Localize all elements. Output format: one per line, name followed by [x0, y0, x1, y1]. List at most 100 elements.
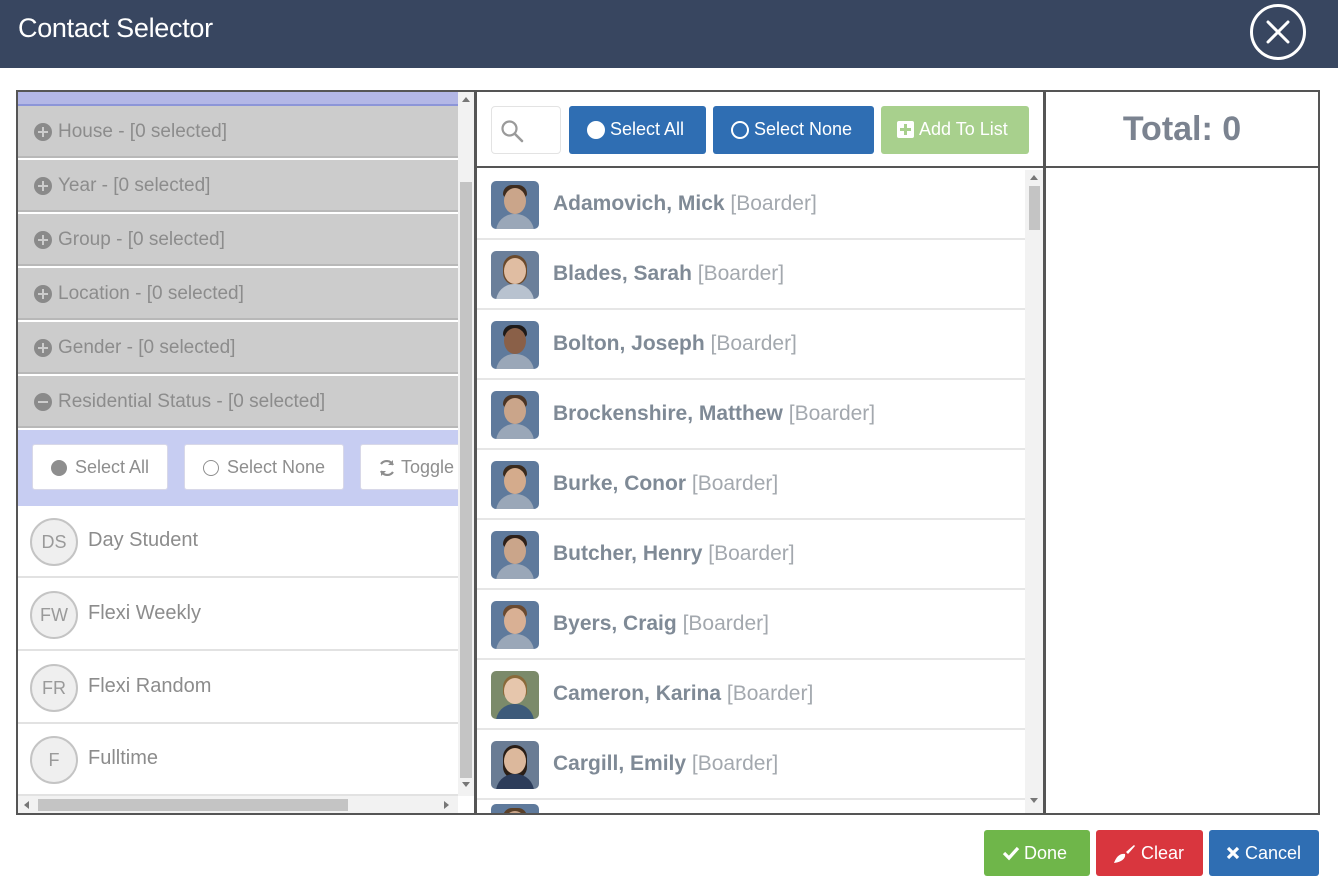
select-all-button[interactable]: Select All	[569, 106, 706, 154]
initials-badge: F	[30, 736, 78, 784]
category-location[interactable]: Location - [0 selected]	[18, 268, 458, 320]
filled-circle-icon	[51, 460, 67, 476]
contact-name: Byers, Craig [Boarder]	[553, 612, 769, 635]
button-label: Add To List	[919, 119, 1008, 139]
plus-square-icon	[897, 121, 914, 138]
cancel-button[interactable]: Cancel	[1209, 830, 1319, 876]
contact-row-partial[interactable]	[477, 800, 1025, 813]
selection-panel: Total: 0	[1046, 92, 1318, 813]
add-to-list-button[interactable]: Add To List	[881, 106, 1029, 154]
refresh-icon	[380, 459, 394, 477]
filter-horizontal-scrollbar[interactable]	[18, 796, 458, 813]
button-label: Select All	[610, 119, 685, 139]
status-select-all-button[interactable]: Select All	[32, 444, 168, 490]
category-label: Year - [0 selected]	[58, 175, 211, 196]
brush-icon	[1114, 845, 1135, 863]
selection-total: Total: 0	[1122, 110, 1242, 148]
status-option-label: Flexi Random	[88, 675, 212, 697]
button-label: Select None	[227, 457, 326, 477]
contact-avatar	[491, 461, 539, 509]
contact-avatar	[491, 181, 539, 229]
contact-avatar	[491, 321, 539, 369]
contact-name: Brockenshire, Matthew [Boarder]	[553, 402, 876, 425]
category-group[interactable]: Group - [0 selected]	[18, 214, 458, 266]
status-toggle-button[interactable]: Toggle	[360, 444, 458, 490]
button-label: Select All	[75, 457, 150, 477]
scroll-up-arrow-icon[interactable]	[1030, 175, 1038, 180]
plus-circle-icon	[34, 123, 52, 141]
scrollbar-thumb[interactable]	[38, 799, 348, 811]
scrollbar-thumb[interactable]	[460, 182, 472, 778]
contact-row[interactable]: Cameron, Karina [Boarder]	[477, 660, 1025, 730]
contact-row[interactable]: Brockenshire, Matthew [Boarder]	[477, 380, 1025, 450]
category-gender[interactable]: Gender - [0 selected]	[18, 322, 458, 374]
scrollbar-thumb[interactable]	[1029, 186, 1040, 230]
contact-row[interactable]: Adamovich, Mick [Boarder]	[477, 170, 1025, 240]
scroll-up-arrow-icon[interactable]	[462, 97, 470, 102]
filter-panel-top	[18, 92, 458, 106]
status-option-label: Fulltime	[88, 747, 159, 769]
close-icon	[1266, 20, 1290, 44]
status-option-label: Flexi Weekly	[88, 602, 201, 624]
contact-avatar	[491, 741, 539, 789]
status-option-flexi-weekly[interactable]: FW Flexi Weekly	[18, 579, 458, 651]
plus-circle-icon	[34, 339, 52, 357]
select-none-button[interactable]: Select None	[713, 106, 874, 154]
empty-circle-icon	[731, 121, 749, 139]
category-label: House - [0 selected]	[58, 121, 227, 142]
close-icon	[1226, 846, 1240, 860]
contact-row[interactable]: Butcher, Henry [Boarder]	[477, 520, 1025, 590]
contact-name: Burke, Conor [Boarder]	[553, 472, 779, 495]
category-label: Gender - [0 selected]	[58, 337, 236, 358]
clear-button[interactable]: Clear	[1096, 830, 1203, 876]
status-option-label: Day Student	[88, 529, 199, 551]
done-button[interactable]: Done	[984, 830, 1090, 876]
category-residential-status[interactable]: Residential Status - [0 selected]	[18, 376, 458, 428]
contact-name: Adamovich, Mick [Boarder]	[553, 192, 817, 215]
category-year[interactable]: Year - [0 selected]	[18, 160, 458, 212]
category-label: Residential Status - [0 selected]	[58, 391, 326, 412]
contact-row[interactable]: Burke, Conor [Boarder]	[477, 450, 1025, 520]
contacts-toolbar: Select All Select None Add To List	[477, 92, 1043, 168]
scroll-right-arrow-icon[interactable]	[444, 801, 449, 809]
scroll-down-arrow-icon[interactable]	[1030, 798, 1038, 803]
button-label: Select None	[754, 119, 853, 139]
check-icon	[1002, 846, 1020, 861]
category-label: Group - [0 selected]	[58, 229, 225, 250]
contact-avatar	[491, 531, 539, 579]
button-label: Done	[1024, 843, 1068, 863]
window-title: Contact Selector	[18, 13, 213, 43]
search-input[interactable]	[491, 106, 561, 154]
filled-circle-icon	[587, 121, 605, 139]
initials-badge: FW	[30, 591, 78, 639]
contact-row[interactable]: Bolton, Joseph [Boarder]	[477, 310, 1025, 380]
contact-name: Butcher, Henry [Boarder]	[553, 542, 795, 565]
filter-vertical-scrollbar[interactable]	[458, 92, 474, 796]
button-label: Toggle	[401, 457, 455, 477]
scroll-down-arrow-icon[interactable]	[462, 782, 470, 787]
minus-circle-icon	[34, 393, 52, 411]
contact-row[interactable]: Cargill, Emily [Boarder]	[477, 730, 1025, 800]
residential-status-actions: Select All Select None Toggle	[18, 430, 458, 506]
contact-avatar	[491, 671, 539, 719]
status-select-none-button[interactable]: Select None	[184, 444, 344, 490]
contact-row[interactable]: Byers, Craig [Boarder]	[477, 590, 1025, 660]
contacts-vertical-scrollbar[interactable]	[1025, 170, 1043, 813]
contact-avatar	[491, 251, 539, 299]
scroll-left-arrow-icon[interactable]	[24, 801, 29, 809]
status-option-flexi-random[interactable]: FR Flexi Random	[18, 652, 458, 724]
initials-badge: FR	[30, 664, 78, 712]
contact-name: Cargill, Emily [Boarder]	[553, 752, 779, 775]
filter-panel: House - [0 selected] Year - [0 selected]…	[18, 92, 458, 813]
plus-circle-icon	[34, 285, 52, 303]
selector-frame: House - [0 selected] Year - [0 selected]…	[16, 90, 1320, 815]
contact-name: Bolton, Joseph [Boarder]	[553, 332, 797, 355]
contact-avatar	[491, 804, 539, 813]
category-house[interactable]: House - [0 selected]	[18, 106, 458, 158]
status-option-fulltime[interactable]: F Fulltime	[18, 724, 458, 796]
contacts-panel: Select All Select None Add To List Adamo…	[477, 92, 1043, 813]
close-button[interactable]	[1250, 4, 1306, 60]
contact-row[interactable]: Blades, Sarah [Boarder]	[477, 240, 1025, 310]
status-option-day-student[interactable]: DS Day Student	[18, 506, 458, 578]
button-label: Clear	[1141, 843, 1185, 863]
